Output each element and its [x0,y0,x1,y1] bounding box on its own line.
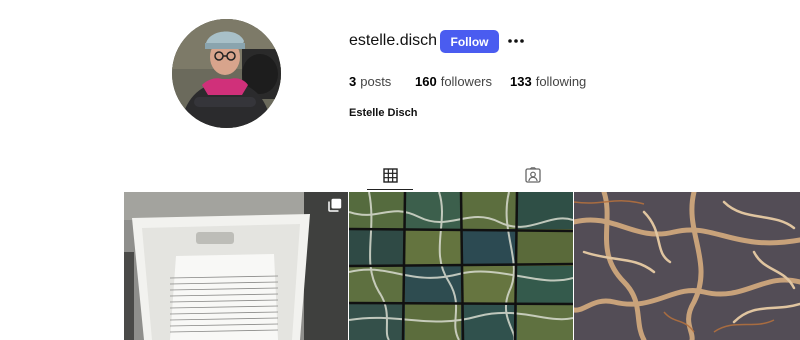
post-thumbnail-roots[interactable] [574,192,800,340]
tagged-user-icon [525,166,541,188]
more-dots-icon[interactable] [506,33,526,49]
followers-count: 160 [415,74,437,89]
posts-count: 3 [349,74,357,89]
post-thumbnail-marble[interactable] [349,192,573,340]
profile-username: estelle.disch [349,32,438,49]
tab-posts-grid[interactable] [367,166,413,190]
followers-stat[interactable]: 160 followers [415,74,492,89]
posts-label: posts [360,74,392,89]
follow-button[interactable]: Follow [440,30,499,53]
posts-count-stat: 3 posts [349,74,391,89]
profile-full-name: Estelle Disch [349,107,418,119]
following-stat[interactable]: 133 following [510,74,586,89]
profile-avatar[interactable] [172,19,281,128]
following-label: following [535,74,587,89]
following-count: 133 [510,74,532,89]
followers-label: followers [440,74,492,89]
post-thumbnail-papers[interactable] [124,192,348,340]
multiple-images-icon [328,198,342,212]
tab-tagged[interactable] [510,166,556,188]
grid-icon [382,167,398,188]
